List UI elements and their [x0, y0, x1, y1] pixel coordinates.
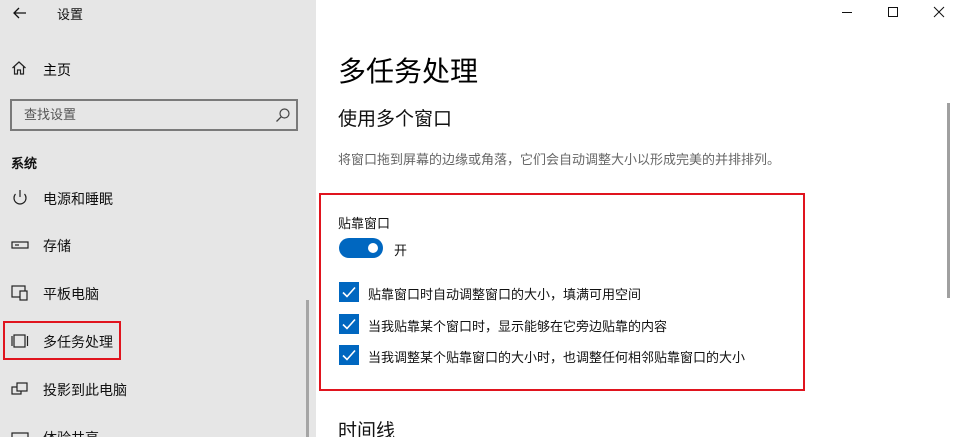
section-description: 将窗口拖到屏幕的边缘或角落，它们会自动调整大小以形成完美的并排排列。: [338, 153, 781, 168]
minimize-icon: [842, 12, 852, 13]
checkmark-icon: [342, 349, 356, 361]
snap-option-row[interactable]: 当我贴靠某个窗口时，显示能够在它旁边贴靠的内容: [339, 314, 799, 336]
minimize-button[interactable]: [824, 0, 870, 26]
snap-option-row[interactable]: 贴靠窗口时自动调整窗口的大小，填满可用空间: [339, 282, 799, 304]
nav-item-tablet[interactable]: 平板电脑: [0, 277, 316, 309]
nav-home-label: 主页: [43, 63, 71, 79]
main-scrollbar[interactable]: [947, 103, 950, 298]
snap-option-label: 当我调整某个贴靠窗口的大小时，也调整任何相邻贴靠窗口的大小: [368, 351, 746, 366]
close-icon: [933, 6, 945, 18]
home-icon: [12, 61, 26, 75]
nav-item-shared-experiences[interactable]: 体验共享: [0, 421, 316, 437]
maximize-icon: [888, 7, 898, 17]
search-icon[interactable]: [275, 107, 291, 123]
toggle-state-label: 开: [394, 244, 408, 259]
section-heading: 系统: [11, 157, 38, 172]
nav-item-label: 存储: [43, 239, 71, 255]
search-box[interactable]: [10, 99, 298, 131]
snap-option-checkbox[interactable]: [339, 282, 359, 302]
nav-home[interactable]: 主页: [0, 55, 316, 83]
tablet-icon: [11, 285, 28, 301]
back-button[interactable]: [10, 3, 30, 23]
share-icon: [11, 432, 29, 437]
section-title: 使用多个窗口: [338, 108, 453, 130]
nav-item-label: 平板电脑: [43, 287, 99, 303]
back-arrow-icon: [13, 7, 26, 19]
snap-option-label: 贴靠窗口时自动调整窗口的大小，填满可用空间: [368, 288, 642, 303]
checkmark-icon: [342, 286, 356, 298]
timeline-section-title: 时间线: [338, 420, 396, 437]
project-icon: [11, 382, 28, 395]
snap-option-checkbox[interactable]: [339, 345, 359, 365]
nav-item-label: 投影到此电脑: [43, 383, 127, 399]
sidebar-scrollbar[interactable]: [306, 300, 309, 437]
snap-option-label: 当我贴靠某个窗口时，显示能够在它旁边贴靠的内容: [368, 320, 668, 335]
nav-item-label: 电源和睡眠: [43, 192, 113, 208]
sidebar: 设置 主页 系统 电源和睡眠 存储 平板电脑: [0, 0, 316, 437]
snap-option-row[interactable]: 当我调整某个贴靠窗口的大小时，也调整任何相邻贴靠窗口的大小: [339, 345, 799, 367]
main-content: 多任务处理 使用多个窗口 将窗口拖到屏幕的边缘或角落，它们会自动调整大小以形成完…: [316, 0, 958, 437]
app-title: 设置: [57, 8, 84, 23]
checkmark-icon: [342, 318, 356, 330]
maximize-button[interactable]: [870, 0, 916, 26]
page-title: 多任务处理: [338, 55, 479, 88]
storage-icon: [11, 241, 29, 249]
power-icon: [13, 190, 27, 205]
nav-item-label: 体验共享: [43, 428, 99, 437]
nav-item-project[interactable]: 投影到此电脑: [0, 373, 316, 405]
snap-windows-toggle[interactable]: [339, 238, 383, 258]
snap-option-checkbox[interactable]: [339, 314, 359, 334]
nav-item-storage[interactable]: 存储: [0, 229, 316, 261]
close-button[interactable]: [916, 0, 958, 26]
toggle-knob: [368, 243, 378, 253]
selection-highlight: [3, 321, 121, 360]
search-input[interactable]: [24, 106, 264, 124]
snap-windows-label: 贴靠窗口: [338, 217, 391, 232]
nav-item-power-sleep[interactable]: 电源和睡眠: [0, 182, 316, 214]
